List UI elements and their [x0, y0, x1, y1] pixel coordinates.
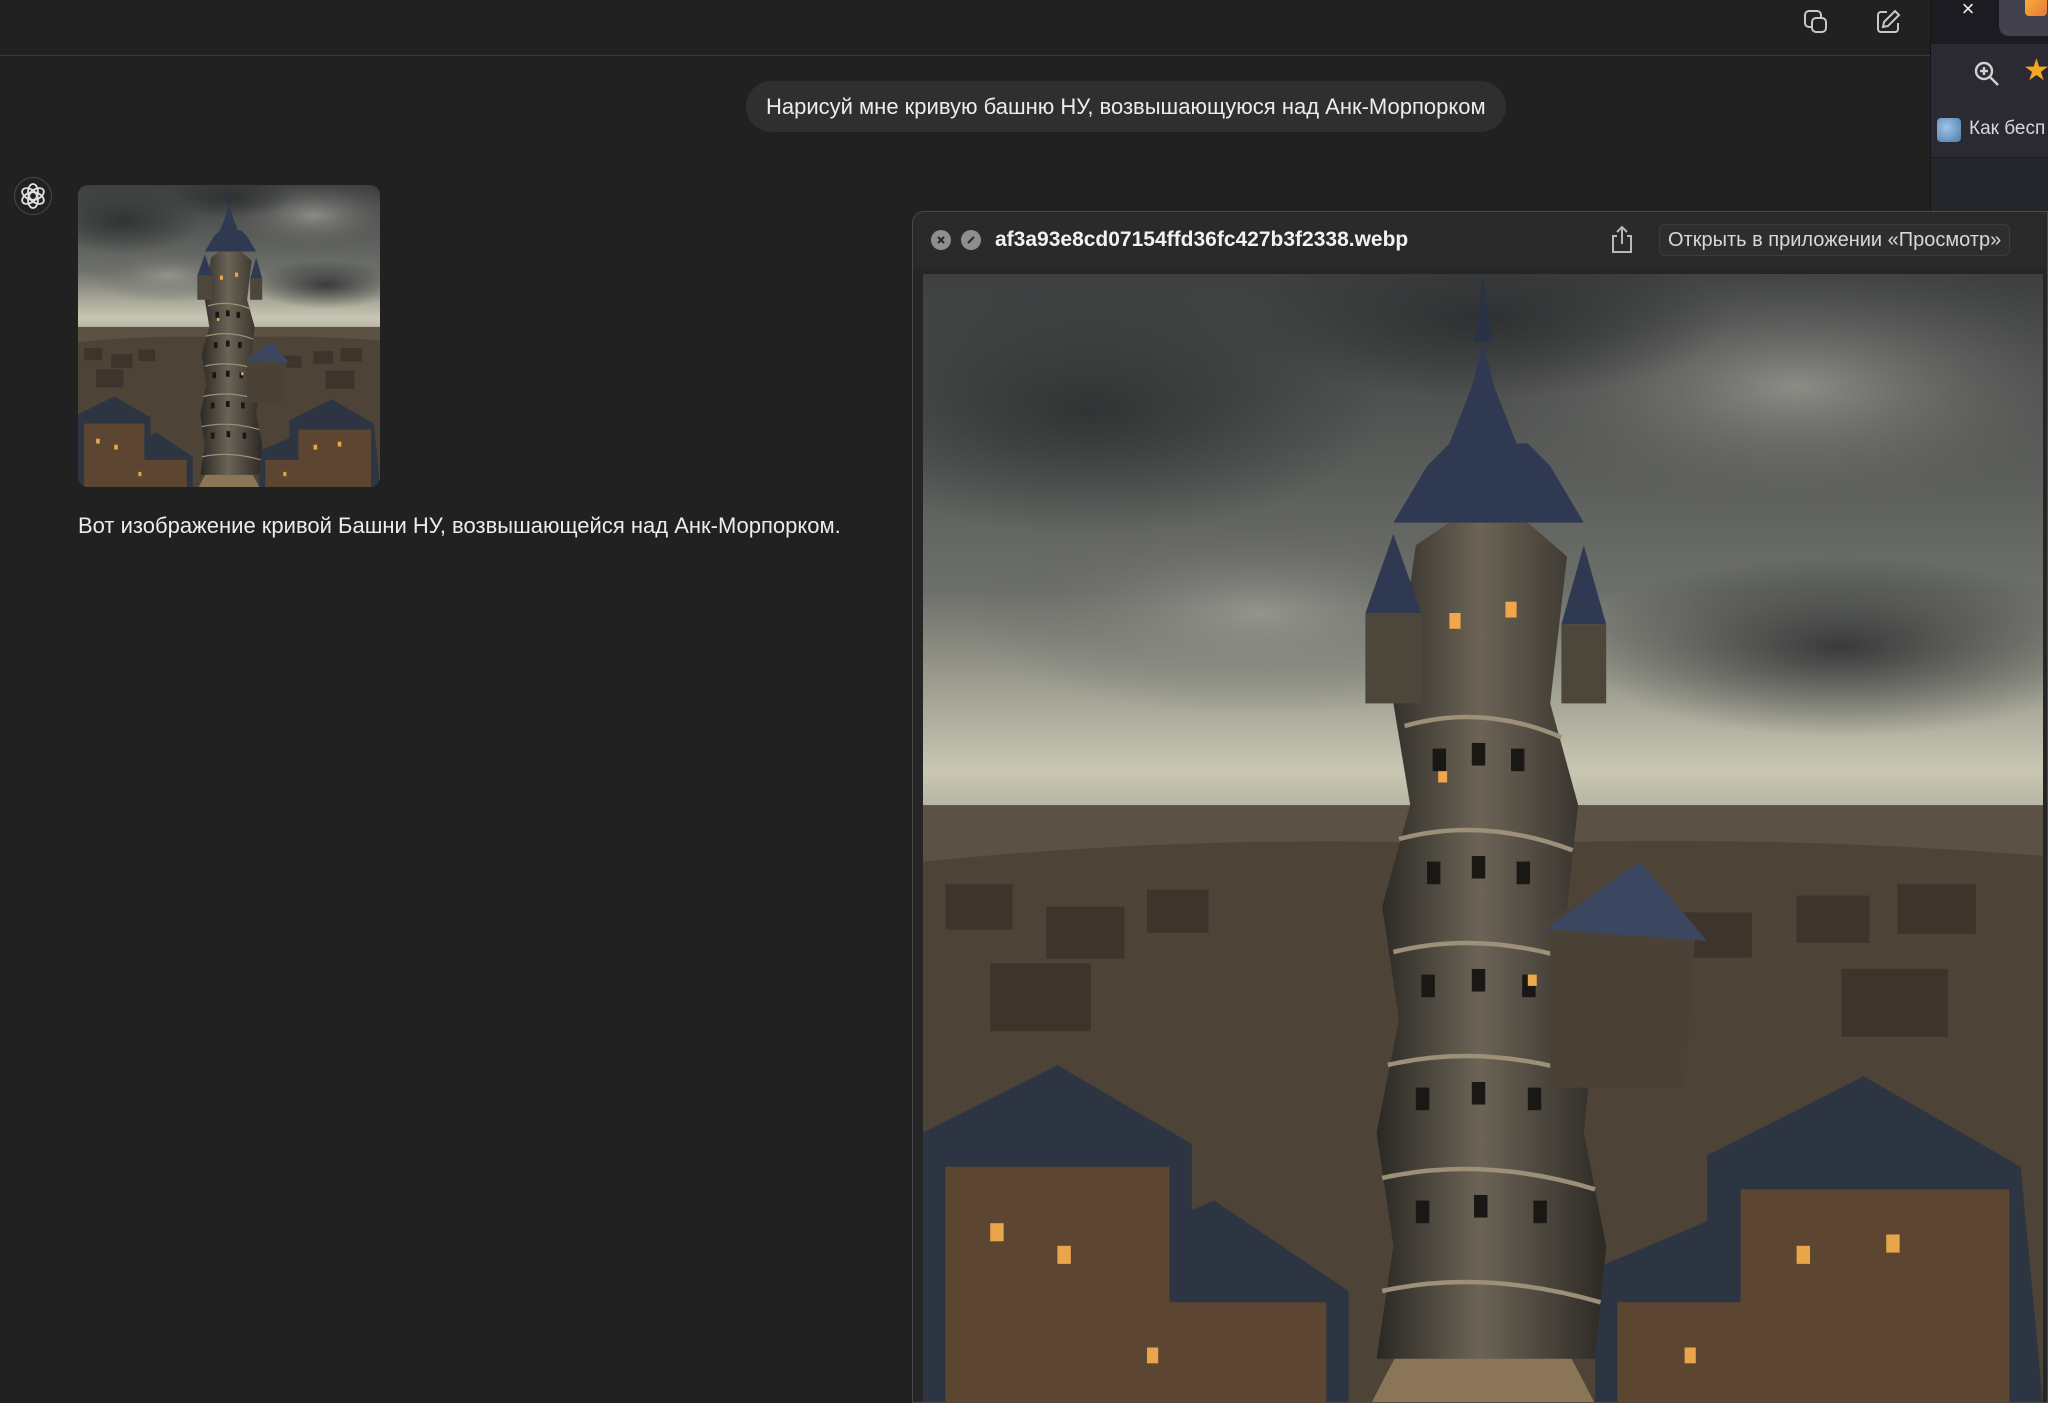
share-icon[interactable]	[1607, 224, 1637, 256]
compose-icon[interactable]	[1870, 4, 1906, 40]
bookmark-label[interactable]: Как бесп	[1969, 118, 2045, 140]
fullscreen-icon[interactable]	[961, 230, 981, 250]
new-window-icon[interactable]	[1798, 4, 1834, 40]
quicklook-filename: af3a93e8cd07154ffd36fc427b3f2338.webp	[995, 228, 1409, 251]
browser-toolbar: ★	[1931, 44, 2048, 102]
chat-topbar	[0, 0, 1930, 56]
close-icon[interactable]	[931, 230, 951, 250]
desktop: × ★ Как бесп Нарисуй мне кривую башню НУ…	[0, 0, 2048, 1403]
tab-favicon-icon	[2025, 0, 2047, 16]
star-icon[interactable]: ★	[2023, 56, 2048, 86]
quicklook-window: af3a93e8cd07154ffd36fc427b3f2338.webp От…	[912, 211, 2048, 1403]
open-in-preview-button[interactable]: Открыть в приложении «Просмотр»	[1659, 224, 2011, 256]
generated-image-thumbnail[interactable]	[78, 185, 380, 487]
zoom-in-icon[interactable]	[1973, 60, 2001, 88]
quicklook-image	[923, 274, 2043, 1403]
user-message-bubble: Нарисуй мне кривую башню НУ, возвышающую…	[746, 81, 1506, 132]
bookmarks-bar: Как бесп	[1931, 102, 2048, 158]
openai-logo-icon	[14, 177, 52, 215]
tab-close-icon[interactable]: ×	[1955, 0, 1981, 22]
quicklook-titlebar: af3a93e8cd07154ffd36fc427b3f2338.webp От…	[913, 212, 2047, 268]
bookmark-favicon-icon	[1937, 118, 1961, 142]
assistant-message: Вот изображение кривой Башни НУ, возвыша…	[78, 513, 841, 538]
